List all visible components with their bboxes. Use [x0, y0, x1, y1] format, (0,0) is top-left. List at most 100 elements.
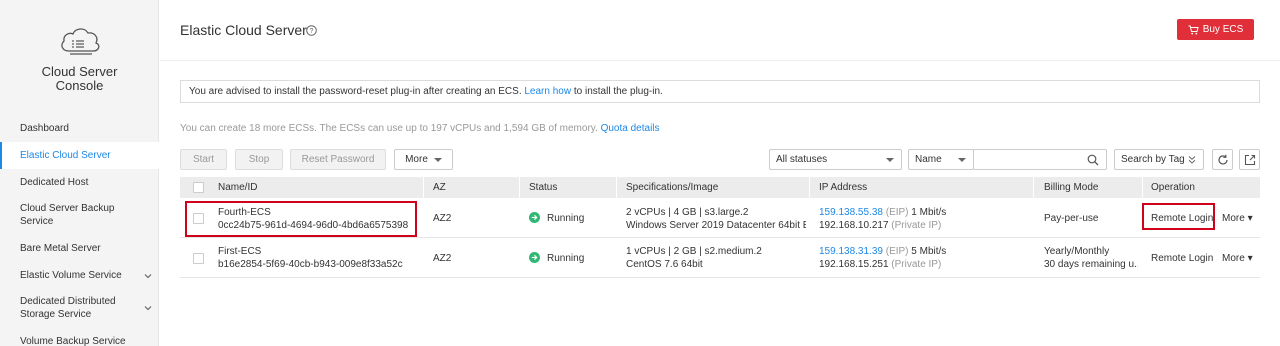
learn-how-link[interactable]: Learn how	[524, 86, 571, 97]
export-button[interactable]	[1239, 149, 1260, 170]
status-filter-select[interactable]: All statuses	[769, 149, 902, 170]
ecs-id: b16e2854-5f69-40cb-b943-009e8f33a52c	[218, 259, 403, 270]
search-by-tag-button[interactable]: Search by Tag	[1114, 149, 1204, 170]
row-checkbox[interactable]	[193, 253, 204, 264]
column-divider	[1142, 177, 1143, 198]
private-ip-tag: (Private IP)	[891, 259, 942, 270]
console-title-line2: Console	[55, 78, 104, 93]
eip-link[interactable]: 159.138.31.39	[819, 246, 883, 257]
more-operations-link[interactable]: More ▾	[1222, 252, 1253, 265]
sidebar-item-cloud-server-backup[interactable]: Cloud Server Backup Service	[0, 200, 159, 230]
table-row: First-ECS b16e2854-5f69-40cb-b943-009e8f…	[180, 238, 1260, 278]
running-status-icon	[529, 252, 540, 263]
console-title-line1: Cloud Server	[41, 64, 118, 79]
refresh-button[interactable]	[1212, 149, 1233, 170]
chevron-down-icon	[144, 306, 152, 311]
caret-down-icon	[958, 158, 966, 162]
caret-down-icon	[433, 157, 442, 162]
quota-details-link[interactable]: Quota details	[601, 123, 660, 134]
sidebar-item-label: Dashboard	[20, 123, 69, 134]
remote-login-link[interactable]: Remote Login	[1151, 252, 1213, 265]
sidebar-item-elastic-cloud-server[interactable]: Elastic Cloud Server	[0, 142, 159, 169]
column-header-az: AZ	[433, 182, 446, 193]
ecs-spec: 1 vCPUs | 2 GB | s2.medium.2	[626, 246, 762, 257]
more-label: More	[1222, 213, 1245, 224]
search-icon[interactable]	[1087, 154, 1099, 166]
column-divider	[809, 177, 810, 198]
stop-button[interactable]: Stop	[235, 149, 283, 170]
column-header-status: Status	[529, 182, 558, 193]
ecs-image: Windows Server 2019 Datacenter 64bit E..…	[626, 220, 806, 231]
caret-down-icon	[886, 158, 894, 162]
search-field-select[interactable]: Name	[908, 149, 974, 170]
table-row: Fourth-ECS 0cc24b75-961d-4694-96d0-4bd6a…	[180, 198, 1260, 238]
double-chevron-down-icon	[1188, 156, 1196, 164]
svg-text:?: ?	[310, 28, 314, 35]
column-divider	[616, 177, 617, 198]
search-by-tag-label: Search by Tag	[1121, 154, 1185, 165]
table-header: Name/ID AZ Status Specifications/Image I…	[180, 177, 1260, 198]
column-divider	[519, 177, 520, 198]
search-field-value: Name	[915, 154, 942, 165]
plugin-notice: You are advised to install the password-…	[180, 80, 1260, 103]
select-all-checkbox[interactable]	[193, 182, 204, 193]
ecs-status: Running	[547, 213, 585, 224]
refresh-icon	[1217, 154, 1228, 165]
bandwidth: 1 Mbit/s	[911, 207, 947, 218]
chevron-down-icon	[144, 273, 152, 278]
sidebar-item-elastic-volume-service[interactable]: Elastic Volume Service	[0, 266, 159, 285]
header-divider	[160, 60, 1280, 61]
eip-tag: (EIP)	[885, 207, 909, 218]
reset-password-button[interactable]: Reset Password	[290, 149, 386, 170]
ecs-name-link[interactable]: First-ECS	[218, 245, 261, 258]
eip-tag: (EIP)	[885, 246, 909, 257]
page-title: Elastic Cloud Server	[180, 22, 307, 38]
buy-ecs-button[interactable]: Buy ECS	[1177, 19, 1254, 40]
start-label: Start	[192, 154, 215, 165]
start-button[interactable]: Start	[180, 149, 227, 170]
billing-mode: Yearly/Monthly	[1044, 246, 1110, 257]
quota-text: You can create 18 more ECSs. The ECSs ca…	[180, 123, 598, 134]
sidebar-item-label: Elastic Volume Service	[20, 270, 122, 281]
more-operations-link[interactable]: More ▾	[1222, 212, 1253, 225]
column-header-name-id: Name/ID	[218, 182, 258, 193]
status-filter-value: All statuses	[776, 154, 828, 165]
cart-icon	[1188, 25, 1199, 34]
private-ip-tag: (Private IP)	[891, 220, 942, 231]
billing-remaining: 30 days remaining u...	[1044, 259, 1138, 270]
sidebar: Cloud Server Console Dashboard Elastic C…	[0, 0, 159, 346]
sidebar-item-dashboard[interactable]: Dashboard	[0, 119, 159, 138]
sidebar-item-dedicated-distributed-storage[interactable]: Dedicated Distributed Storage Service	[0, 293, 159, 323]
notice-text: You are advised to install the password-…	[189, 86, 522, 97]
sidebar-item-label: Bare Metal Server	[20, 243, 101, 254]
sidebar-item-label: Dedicated Distributed Storage Service	[20, 296, 116, 320]
column-divider	[1033, 177, 1034, 198]
search-input[interactable]	[973, 149, 1107, 170]
sidebar-item-bare-metal-server[interactable]: Bare Metal Server	[0, 239, 159, 258]
column-header-operation: Operation	[1151, 182, 1195, 193]
column-header-billing-mode: Billing Mode	[1044, 182, 1099, 193]
export-icon	[1244, 154, 1255, 165]
ecs-spec: 2 vCPUs | 4 GB | s3.large.2	[626, 207, 749, 218]
ecs-image: CentOS 7.6 64bit	[626, 259, 703, 270]
eip-link[interactable]: 159.138.55.38	[819, 207, 883, 218]
stop-label: Stop	[248, 154, 270, 165]
sidebar-item-volume-backup-service[interactable]: Volume Backup Service	[0, 333, 159, 346]
ecs-status: Running	[547, 253, 585, 264]
highlight-box	[185, 201, 417, 237]
more-actions-button[interactable]: More	[394, 149, 453, 170]
running-status-icon	[529, 212, 540, 223]
buy-ecs-label: Buy ECS	[1202, 24, 1244, 35]
ecs-az: AZ2	[433, 253, 452, 264]
bandwidth: 5 Mbit/s	[911, 246, 947, 257]
help-icon[interactable]: ?	[306, 25, 317, 36]
sidebar-item-label: Dedicated Host	[20, 177, 89, 188]
private-ip: 192.168.15.251	[819, 259, 889, 270]
sidebar-item-dedicated-host[interactable]: Dedicated Host	[0, 173, 159, 192]
main-content: Elastic Cloud Server ? Buy ECS You are a…	[160, 0, 1280, 346]
cloud-server-icon	[61, 28, 100, 55]
console-title: Cloud Server Console	[0, 65, 159, 93]
more-label: More	[405, 154, 428, 165]
more-label: More	[1222, 253, 1245, 264]
sidebar-item-label: Elastic Cloud Server	[20, 150, 111, 161]
